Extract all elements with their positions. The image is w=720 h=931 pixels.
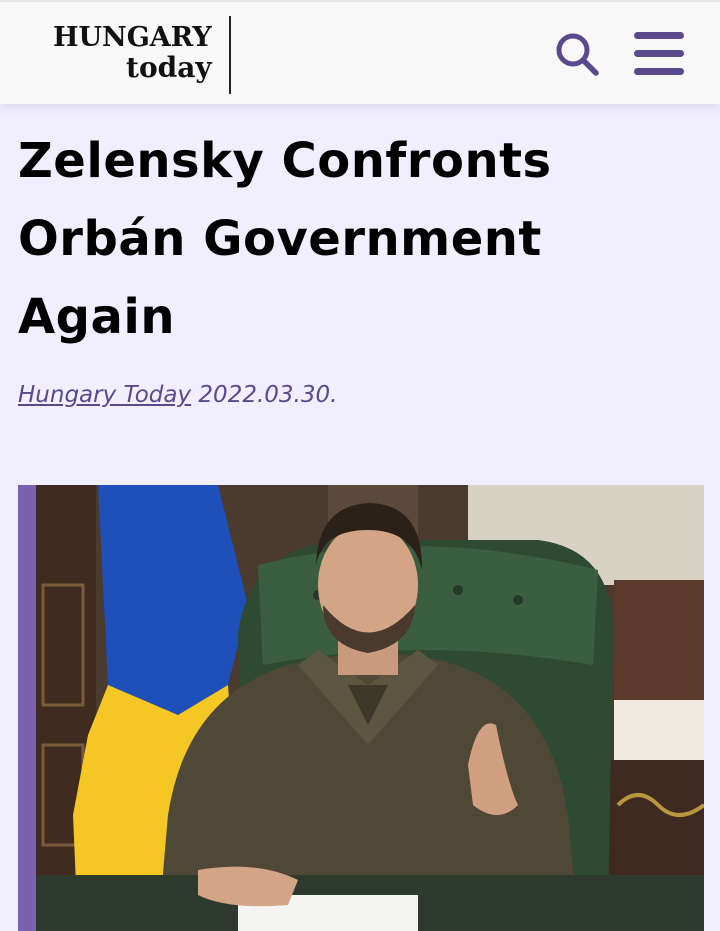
hero-accent-bar — [18, 485, 36, 931]
search-button[interactable] — [553, 30, 601, 78]
menu-button[interactable] — [634, 32, 686, 76]
hero-photo — [18, 485, 704, 931]
site-logo[interactable]: HUNGARY today — [53, 24, 212, 82]
logo-divider — [229, 16, 231, 94]
publish-date: 2022.03.30. — [198, 382, 338, 408]
site-header: HUNGARY today — [0, 0, 720, 104]
article-hero-image — [18, 485, 704, 931]
article-byline: Hungary Today 2022.03.30. — [18, 382, 337, 408]
author-link[interactable]: Hungary Today — [18, 382, 191, 408]
logo-line-1: HUNGARY — [53, 22, 212, 53]
logo-line-2: today — [126, 51, 212, 84]
search-icon — [556, 33, 599, 76]
article-title: Zelensky Confronts Orbán Government Agai… — [18, 133, 552, 345]
